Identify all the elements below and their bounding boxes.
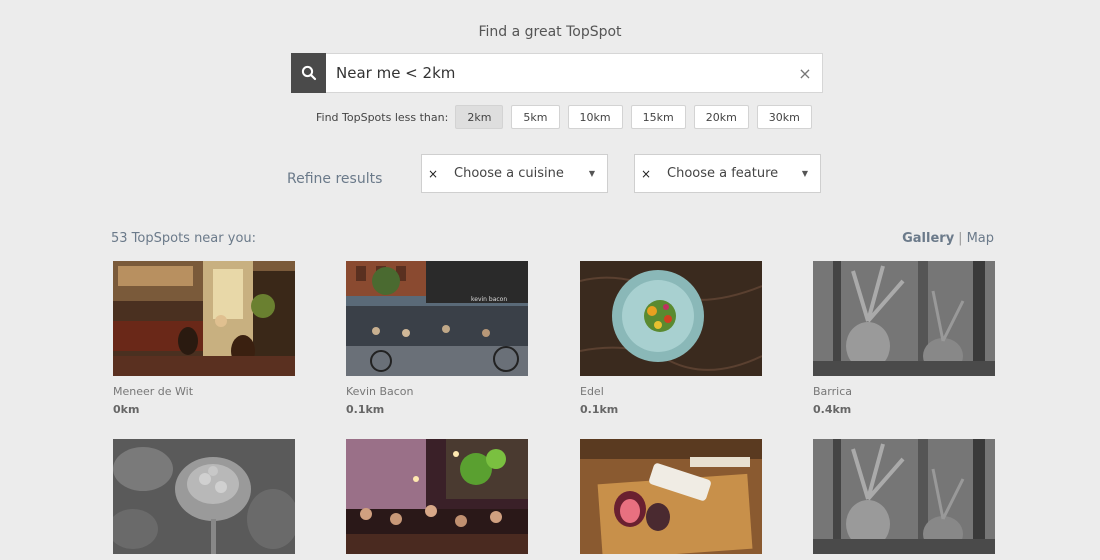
spot-distance: 0.1km xyxy=(346,403,385,416)
distance-chip-2km[interactable]: 2km xyxy=(455,105,504,129)
page-title: Find a great TopSpot xyxy=(478,24,622,40)
spot-distance: 0.1km xyxy=(580,403,619,416)
spot-card[interactable]: kevin bacon Kevin Bacon 0.1km xyxy=(346,261,528,416)
spot-card[interactable] xyxy=(580,439,762,554)
view-toggle: Gallery | Map xyxy=(902,231,994,246)
distance-filter: Find TopSpots less than: 2km 5km 10km 15… xyxy=(316,105,820,129)
spot-card[interactable] xyxy=(346,439,528,554)
spot-image[interactable] xyxy=(346,439,528,554)
spot-image[interactable] xyxy=(113,439,295,554)
spot-card[interactable]: Edel 0.1km xyxy=(580,261,762,416)
distance-chip-20km[interactable]: 20km xyxy=(693,105,749,129)
distance-chip-10km[interactable]: 10km xyxy=(567,105,623,129)
spot-card[interactable] xyxy=(113,439,295,554)
view-separator: | xyxy=(958,231,963,246)
chevron-down-icon: ▼ xyxy=(588,169,596,178)
search-input[interactable] xyxy=(326,54,788,92)
spot-image[interactable]: kevin bacon xyxy=(346,261,528,376)
feature-select-value: Choose a feature xyxy=(667,166,779,181)
spot-card[interactable]: Meneer de Wit 0km xyxy=(113,261,295,416)
spot-image[interactable] xyxy=(580,261,762,376)
spot-image[interactable] xyxy=(813,439,995,554)
spot-image[interactable] xyxy=(113,261,295,376)
spot-card[interactable]: Barrica 0.4km xyxy=(813,261,995,416)
spot-name[interactable]: Kevin Bacon xyxy=(346,385,528,398)
distance-chip-15km[interactable]: 15km xyxy=(630,105,686,129)
gallery-view-link[interactable]: Gallery xyxy=(902,231,954,246)
distance-label: Find TopSpots less than: xyxy=(316,110,449,124)
results-count: 53 TopSpots near you: xyxy=(111,231,257,246)
distance-chip-5km[interactable]: 5km xyxy=(511,105,560,129)
search-icon xyxy=(301,65,316,81)
clear-search-icon[interactable]: × xyxy=(788,54,822,92)
refine-label: Refine results xyxy=(287,171,383,187)
svg-text:kevin bacon: kevin bacon xyxy=(471,296,507,303)
map-view-link[interactable]: Map xyxy=(967,231,994,246)
spot-name[interactable]: Edel xyxy=(580,385,762,398)
clear-feature-icon[interactable]: × xyxy=(635,167,657,181)
spot-name[interactable]: Barrica xyxy=(813,385,995,398)
topspot-page: Find a great TopSpot × Find TopSpots les… xyxy=(0,0,1100,560)
cuisine-select-value: Choose a cuisine xyxy=(454,166,564,181)
distance-chip-30km[interactable]: 30km xyxy=(756,105,812,129)
spot-image[interactable] xyxy=(813,261,995,376)
clear-cuisine-icon[interactable]: × xyxy=(422,167,444,181)
cuisine-select[interactable]: × Choose a cuisine ▼ xyxy=(421,154,608,193)
spot-name[interactable]: Meneer de Wit xyxy=(113,385,295,398)
spot-distance: 0.4km xyxy=(813,403,852,416)
spot-image[interactable] xyxy=(580,439,762,554)
spot-distance: 0km xyxy=(113,403,140,416)
spot-card[interactable] xyxy=(813,439,995,554)
search-button[interactable] xyxy=(291,53,326,93)
feature-select[interactable]: × Choose a feature ▼ xyxy=(634,154,821,193)
chevron-down-icon: ▼ xyxy=(801,169,809,178)
search-bar: × xyxy=(291,53,823,93)
